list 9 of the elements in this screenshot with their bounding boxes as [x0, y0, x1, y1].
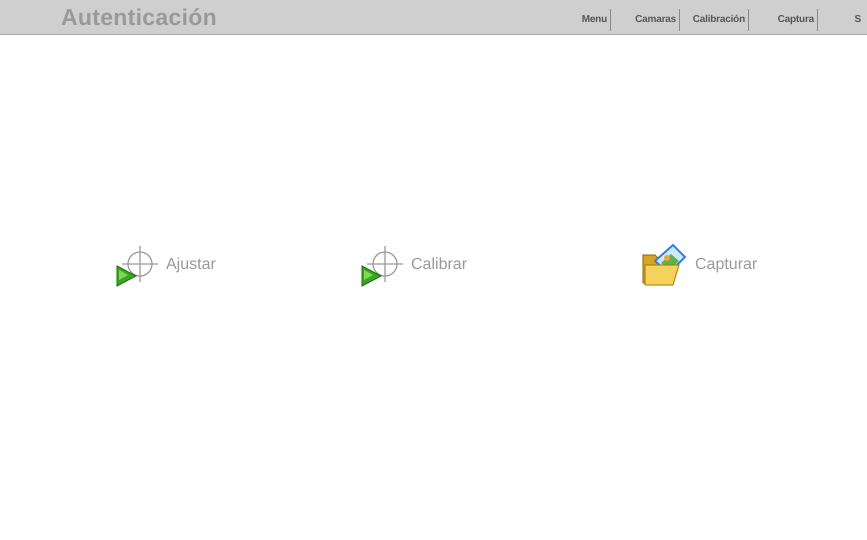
action-button[interactable]: Ajustar [116, 242, 361, 288]
action-button[interactable]: Calibrar [361, 242, 641, 288]
nav-link[interactable]: Camaras [611, 9, 680, 31]
photo-folder-icon [641, 243, 687, 287]
nav-link[interactable]: Calibración [680, 9, 749, 31]
nav-link[interactable]: Captura [749, 9, 818, 31]
nav-link[interactable]: Menu [542, 9, 611, 31]
action-button[interactable]: Capturar [641, 243, 758, 287]
nav-link[interactable]: S [818, 9, 861, 31]
